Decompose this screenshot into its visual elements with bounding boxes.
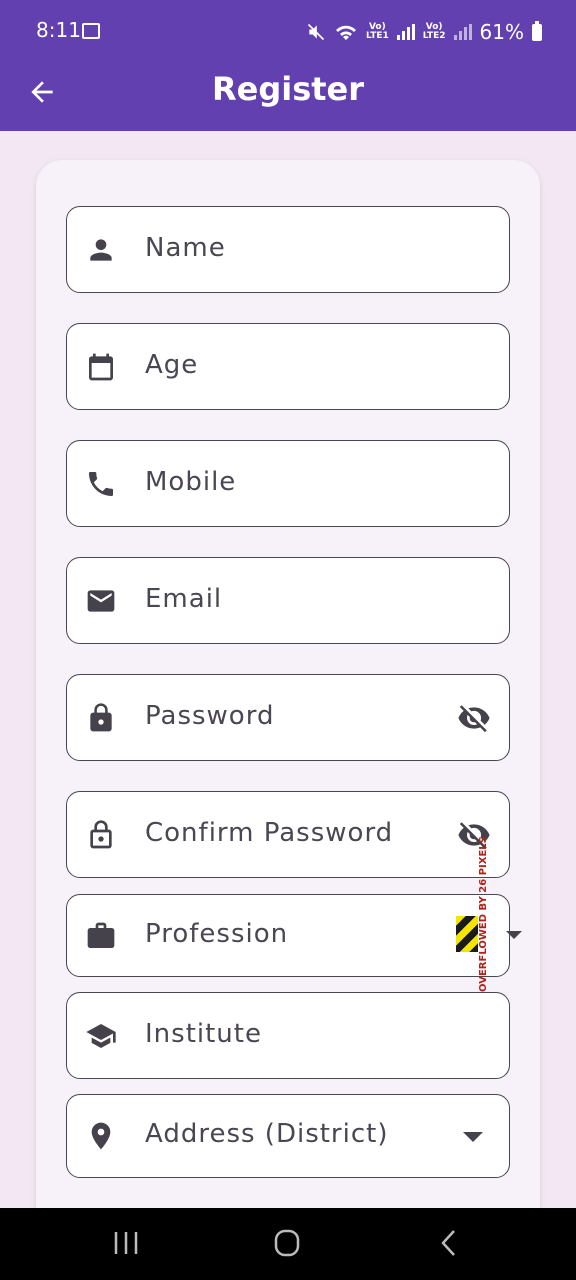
person-icon [90, 239, 112, 261]
address-district-label: Address (District) [145, 1119, 389, 1149]
network-lte2: Vo) LTE2 [422, 22, 446, 41]
profession-dropdown-label: Profession [145, 919, 289, 949]
battery-icon [532, 20, 542, 41]
image-notification-icon [82, 23, 100, 39]
system-navigation-bar [0, 1208, 576, 1280]
signal-bars-icon [396, 24, 415, 40]
status-bar: 8:11 Vo) LTE1 Vo) LTE2 61% [0, 0, 576, 64]
confirm-password-field[interactable]: Confirm Password [66, 791, 510, 878]
school-icon [86, 1024, 116, 1048]
status-time: 8:11 [36, 18, 81, 42]
app-bar: Register [0, 64, 576, 131]
home-icon[interactable] [267, 1228, 307, 1258]
email-icon [87, 590, 115, 612]
age-field[interactable]: Age [66, 323, 510, 410]
location-pin-icon [91, 1122, 111, 1150]
password-field-label: Password [145, 701, 275, 731]
lock-icon [90, 703, 112, 732]
overflow-warning-text: OVERFLOWED BY 26 PIXELS [478, 836, 489, 992]
institute-field[interactable]: Institute [66, 992, 510, 1079]
recent-apps-icon[interactable] [106, 1228, 146, 1258]
password-field[interactable]: Password [66, 674, 510, 761]
dropdown-arrow-icon[interactable] [463, 1131, 483, 1143]
mute-icon [307, 23, 325, 41]
confirm-password-field-label: Confirm Password [145, 818, 394, 848]
mobile-field[interactable]: Mobile [66, 440, 510, 527]
page-title: Register [211, 70, 365, 108]
overflow-warning: OVERFLOWED BY 26 PIXELS [478, 836, 494, 992]
institute-field-label: Institute [145, 1019, 262, 1049]
visibility-off-icon[interactable] [457, 701, 491, 735]
battery-percent: 61% [479, 20, 524, 44]
age-field-label: Age [145, 350, 199, 380]
email-field-label: Email [145, 584, 223, 614]
lock-open-icon [90, 820, 112, 849]
name-field-label: Name [145, 233, 226, 263]
phone-icon [89, 472, 113, 496]
profession-dropdown[interactable]: Profession [66, 894, 510, 977]
status-icons: Vo) LTE1 Vo) LTE2 61% [306, 18, 542, 46]
overflow-warning-stripes [456, 916, 478, 952]
mobile-field-label: Mobile [145, 467, 237, 497]
network-lte1: Vo) LTE1 [365, 22, 389, 41]
wifi-icon [335, 25, 356, 40]
signal-bars-icon-2 [453, 24, 472, 40]
briefcase-icon [87, 922, 115, 948]
back-nav-icon[interactable] [430, 1228, 470, 1258]
calendar-icon [89, 353, 113, 381]
email-field[interactable]: Email [66, 557, 510, 644]
address-district-dropdown[interactable]: Address (District) [66, 1094, 510, 1178]
name-field[interactable]: Name [66, 206, 510, 293]
dropdown-arrow-icon[interactable] [506, 930, 522, 940]
